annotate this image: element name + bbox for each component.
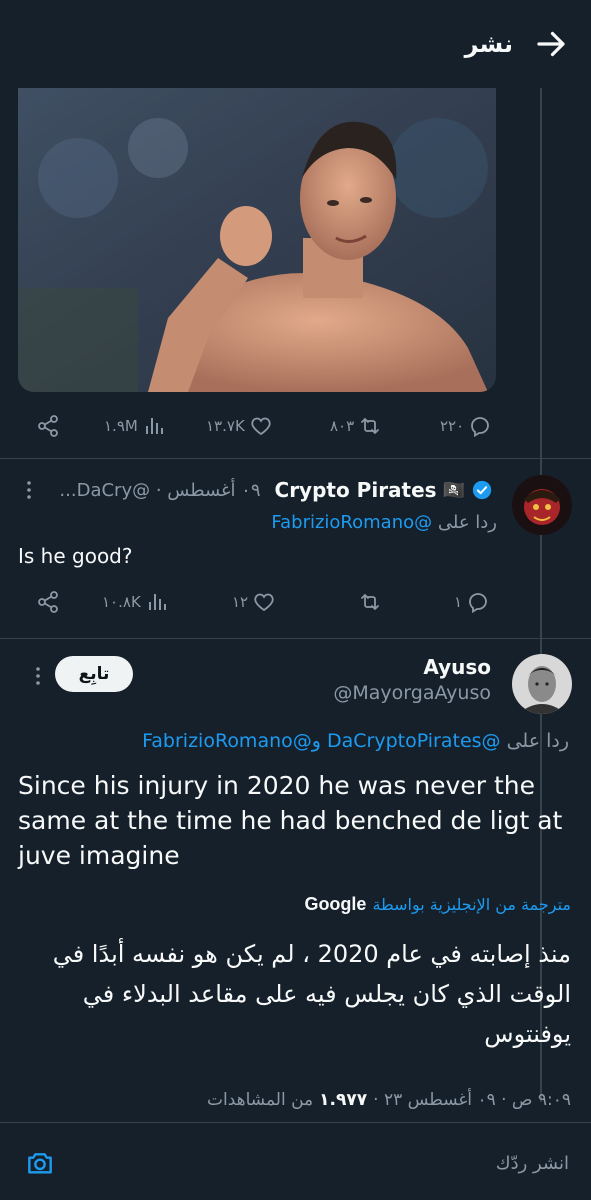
camera-button[interactable]: [24, 1147, 56, 1179]
reply-button[interactable]: ١: [454, 590, 490, 614]
arrow-right-icon: [537, 31, 565, 57]
replying-to-handles[interactable]: @DaCryptoPirates و@FabrizioRomano: [142, 730, 500, 752]
pirate-flag-icon: 🏴‍☠️: [442, 479, 465, 501]
retweet-icon: [361, 418, 380, 434]
like-button[interactable]: ١٣.٧K: [206, 414, 273, 438]
replying-to-label: ردا على: [437, 512, 497, 533]
share-button[interactable]: [36, 590, 60, 614]
reply1-replying-to: ردا على @FabrizioRomano: [271, 512, 497, 533]
views-button[interactable]: ١.٩M: [104, 414, 166, 438]
google-logo: Google: [304, 894, 367, 914]
more-vertical-icon: [36, 667, 40, 685]
camera-icon: [28, 1153, 52, 1174]
tweet-meta: ٩:٠٩ ص · ٠٩ أغسطس ٢٣ · ١.٩٧٧ من المشاهدا…: [207, 1090, 571, 1110]
reply-composer: انشر ردّك: [0, 1122, 591, 1200]
views-count: ١.٩M: [104, 417, 138, 435]
share-icon: [38, 415, 58, 437]
divider: [0, 638, 591, 639]
more-options-button[interactable]: [17, 478, 41, 502]
replying-to-label: ردا على: [506, 730, 569, 752]
page-title: نشر: [464, 30, 513, 58]
reply1-header: ٠٩ أغسطس · @DaCry... Crypto Pirates 🏴‍☠️: [17, 478, 493, 502]
tweet-image[interactable]: [18, 88, 496, 392]
more-options-button[interactable]: [26, 664, 50, 688]
views-button[interactable]: ١٠.٨K: [102, 590, 169, 614]
replying-to-handle[interactable]: @FabrizioRomano: [271, 512, 432, 533]
avatar-ayuso[interactable]: [512, 654, 572, 714]
timestamp: ٩:٠٩ ص · ٠٩ أغسطس ٢٣ ·: [373, 1090, 571, 1110]
translated-text: منذ إصابته في عام 2020 ، لم يكن هو نفسه …: [52, 940, 571, 1048]
like-button[interactable]: ١٢: [232, 590, 276, 614]
reply1-handle-date: ٠٩ أغسطس · @DaCry...: [59, 479, 261, 501]
top-bar: نشر: [0, 0, 591, 88]
main-tweet-text: Since his injury in 2020 he was never th…: [18, 771, 563, 870]
retweet-button[interactable]: [358, 590, 382, 614]
share-icon: [38, 591, 58, 613]
verified-badge-icon: [472, 480, 492, 500]
avatar-crypto-pirates[interactable]: [512, 475, 572, 535]
main-replying-to: ردا على @DaCryptoPirates و@FabrizioRoman…: [142, 730, 569, 752]
likes-count: ١٢: [232, 593, 249, 611]
reply1-display-name[interactable]: Crypto Pirates: [275, 478, 437, 502]
replies-count: ١: [454, 593, 463, 611]
views-count: ١٠.٨K: [102, 593, 141, 611]
bar-chart-icon: [145, 418, 163, 434]
back-button[interactable]: [533, 26, 569, 62]
follow-button[interactable]: تابِع: [55, 656, 133, 692]
retweets-count: ٨٠٣: [330, 417, 355, 435]
reply-button[interactable]: ٢٢٠: [440, 414, 492, 438]
retweet-icon: [361, 594, 379, 610]
bar-chart-icon: [148, 594, 166, 610]
heart-icon: [251, 417, 271, 436]
main-display-name[interactable]: Ayuso: [423, 655, 491, 679]
translation-label: مترجمة من الإنجليزية بواسطة: [372, 895, 571, 914]
more-vertical-icon: [27, 481, 32, 499]
translation-attribution[interactable]: مترجمة من الإنجليزية بواسطة Google: [304, 894, 571, 915]
views-label: من المشاهدات: [207, 1090, 314, 1110]
reply1-actions: ١٠.٨K ١٢ ١: [0, 586, 540, 618]
reply-input[interactable]: انشر ردّك: [496, 1153, 569, 1174]
retweet-button[interactable]: ٨٠٣: [330, 414, 382, 438]
top-tweet-actions: ١.٩M ١٣.٧K ٨٠٣ ٢٢٠: [0, 410, 540, 442]
reply1-text: Is he good?: [18, 544, 133, 568]
share-button[interactable]: [36, 414, 60, 438]
heart-icon: [254, 593, 274, 612]
likes-count: ١٣.٧K: [206, 417, 245, 435]
replies-count: ٢٢٠: [440, 417, 465, 435]
reply-icon: [469, 593, 487, 614]
reply-icon: [471, 417, 490, 438]
views-count: ١.٩٧٧: [319, 1090, 368, 1110]
divider: [0, 458, 591, 459]
main-handle[interactable]: @MayorgaAyuso: [333, 682, 491, 704]
